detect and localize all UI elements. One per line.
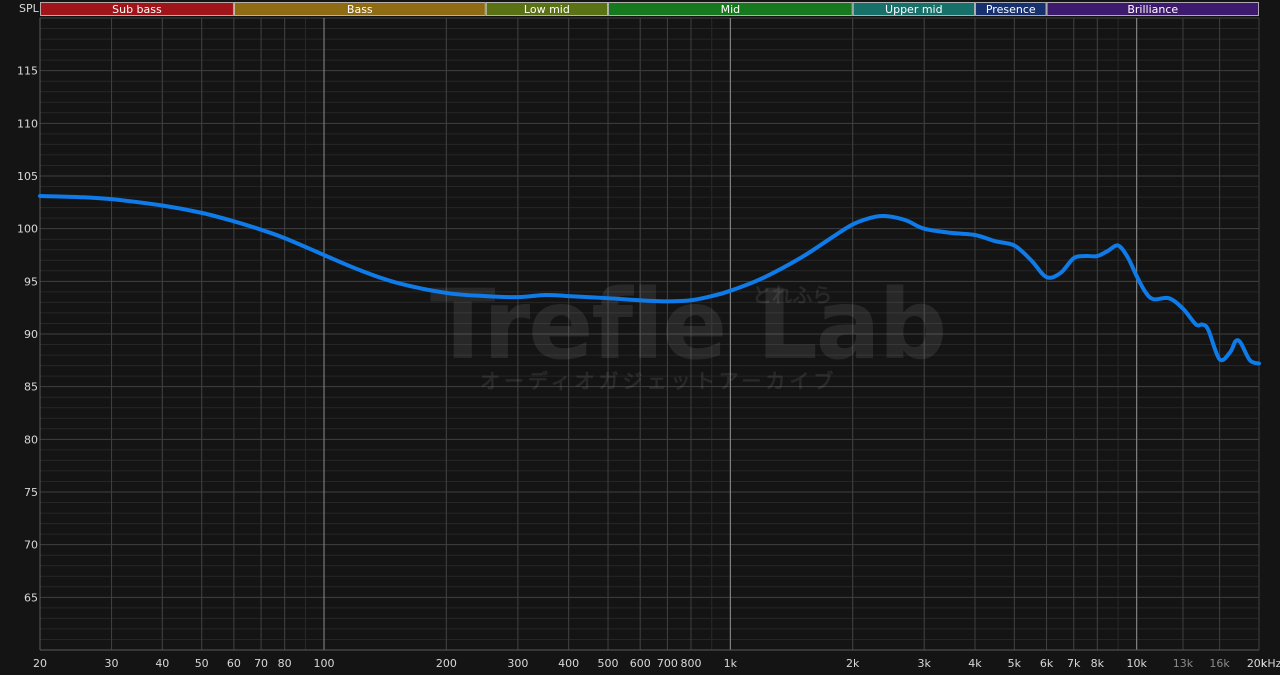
band-label: Presence xyxy=(986,3,1036,16)
x-tick-label: 3k xyxy=(918,657,932,670)
x-tick-label: 60 xyxy=(227,657,241,670)
y-tick-label: 110 xyxy=(17,117,38,130)
band-label: Low mid xyxy=(524,3,570,16)
y-tick-label: 90 xyxy=(24,328,38,341)
frequency-response-chart: Trefle Lab オーディオガジェットアーカイブ とれふら Sub bass… xyxy=(0,0,1280,675)
x-tick-label: 700 xyxy=(657,657,678,670)
x-tick-label: 70 xyxy=(254,657,268,670)
band-label: Mid xyxy=(721,3,741,16)
x-tick-label: 200 xyxy=(436,657,457,670)
x-axis-unit-label: kHz xyxy=(1261,657,1280,670)
x-tick-label: 10k xyxy=(1126,657,1147,670)
x-tick-label: 8k xyxy=(1091,657,1105,670)
x-tick-label: 4k xyxy=(968,657,982,670)
y-tick-label: 100 xyxy=(17,223,38,236)
y-tick-label: 80 xyxy=(24,433,38,446)
y-tick-label: 70 xyxy=(24,539,38,552)
x-tick-label: 2k xyxy=(846,657,860,670)
band-label: Brilliance xyxy=(1127,3,1178,16)
x-tick-label: 1k xyxy=(724,657,738,670)
y-tick-label: 95 xyxy=(24,275,38,288)
band-label: Upper mid xyxy=(885,3,943,16)
y-tick-label: 75 xyxy=(24,486,38,499)
watermark-logo-text: Trefle Lab xyxy=(430,269,945,381)
x-tick-label: 5k xyxy=(1008,657,1022,670)
x-tick-label: 100 xyxy=(314,657,335,670)
watermark: Trefle Lab オーディオガジェットアーカイブ とれふら xyxy=(430,269,947,393)
y-tick-label: 105 xyxy=(17,170,38,183)
y-tick-label: 85 xyxy=(24,381,38,394)
x-tick-label: 800 xyxy=(680,657,701,670)
x-tick-label: 80 xyxy=(278,657,292,670)
band-label: Bass xyxy=(347,3,373,16)
watermark-subtitle: オーディオガジェットアーカイブ xyxy=(480,369,837,393)
x-tick-label: 6k xyxy=(1040,657,1054,670)
x-tick-label: 500 xyxy=(598,657,619,670)
frequency-bands: Sub bass Bass Low mid Mid Upper mid Presence B… xyxy=(40,2,1259,16)
x-tick-label: 600 xyxy=(630,657,651,670)
x-tick-label: 16k xyxy=(1209,657,1230,670)
band-label: Sub bass xyxy=(112,3,162,16)
watermark-small-text: とれふら xyxy=(752,283,832,307)
x-tick-label: 400 xyxy=(558,657,579,670)
x-tick-label: 50 xyxy=(195,657,209,670)
x-tick-label: 20 xyxy=(33,657,47,670)
x-tick-label: 7k xyxy=(1067,657,1081,670)
x-tick-label: 300 xyxy=(507,657,528,670)
x-tick-label: 30 xyxy=(105,657,119,670)
x-tick-label: 40 xyxy=(155,657,169,670)
x-tick-label: 13k xyxy=(1173,657,1194,670)
y-tick-label: 115 xyxy=(17,65,38,78)
y-tick-label: 65 xyxy=(24,591,38,604)
y-axis-label: SPL xyxy=(19,2,40,15)
